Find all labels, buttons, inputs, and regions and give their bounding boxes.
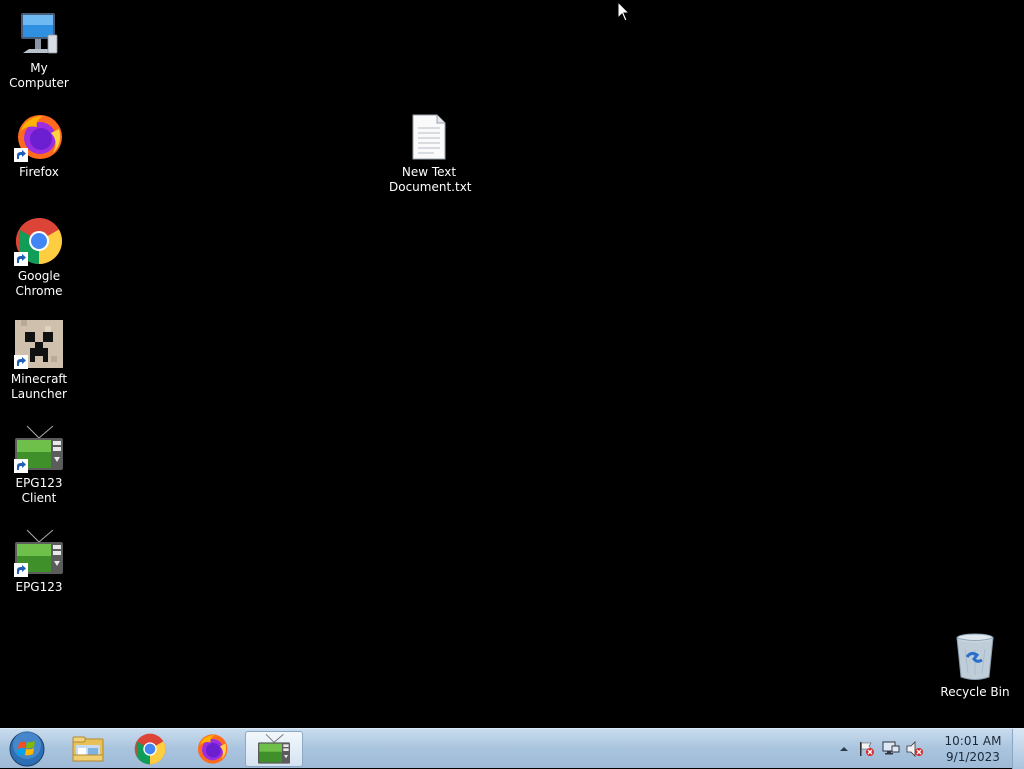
mouse-cursor-icon	[617, 1, 631, 22]
taskbar-button-firefox[interactable]	[183, 731, 241, 767]
desktop-icon-label: New Text Document.txt	[389, 165, 472, 194]
firefox-icon	[14, 112, 64, 162]
desktop-icon-label: EPG123	[15, 580, 63, 594]
shortcut-arrow-icon	[14, 459, 28, 473]
epg123-client-icon	[14, 423, 64, 473]
clock[interactable]: 10:01 AM 9/1/2023	[934, 733, 1012, 765]
desktop-icon-label: My Computer	[9, 61, 69, 90]
clock-date: 9/1/2023	[946, 750, 1000, 764]
windows-start-icon	[9, 731, 45, 767]
taskbar-button-chrome[interactable]	[121, 731, 179, 767]
taskbar-button-epg123[interactable]	[245, 731, 303, 767]
desktop-icon-recycle-bin[interactable]: Recycle Bin	[936, 632, 1014, 700]
taskbar: 10:01 AM 9/1/2023	[0, 728, 1024, 769]
minecraft-icon	[14, 319, 64, 369]
shortcut-arrow-icon	[14, 563, 28, 577]
system-tray: 10:01 AM 9/1/2023	[834, 729, 1024, 769]
desktop-icon-epg123-client[interactable]: EPG123 Client	[0, 423, 78, 506]
taskbar-button-file-explorer[interactable]	[59, 731, 117, 767]
shortcut-arrow-icon	[14, 355, 28, 369]
computer-icon	[14, 8, 64, 58]
desktop-icon-label: Firefox	[19, 165, 59, 179]
desktop-icon-firefox[interactable]: Firefox	[0, 112, 78, 180]
show-hidden-icons-chevron-icon[interactable]	[838, 743, 850, 755]
epg123-icon	[14, 527, 64, 577]
desktop[interactable]: My Computer Firefox Google Chrome Minecr…	[0, 0, 1024, 728]
desktop-icon-label: Recycle Bin	[940, 685, 1010, 699]
shortcut-arrow-icon	[14, 148, 28, 162]
desktop-icon-label: Minecraft Launcher	[10, 372, 68, 401]
start-button[interactable]	[4, 730, 50, 768]
volume-muted-icon[interactable]	[906, 741, 924, 757]
shortcut-arrow-icon	[14, 252, 28, 266]
desktop-icon-new-text-document[interactable]: New Text Document.txt	[389, 112, 472, 195]
clock-time: 10:01 AM	[944, 734, 1002, 748]
show-desktop-button[interactable]	[1012, 729, 1024, 769]
chrome-icon	[14, 216, 64, 266]
desktop-icon-my-computer[interactable]: My Computer	[0, 8, 78, 91]
firefox-icon	[198, 734, 228, 764]
chrome-icon	[134, 733, 166, 765]
epg123-icon	[258, 733, 290, 764]
desktop-icon-minecraft-launcher[interactable]: Minecraft Launcher	[0, 319, 78, 402]
action-center-flag-icon[interactable]	[858, 741, 876, 757]
desktop-icon-label: Google Chrome	[15, 269, 63, 298]
desktop-icon-label: EPG123 Client	[15, 476, 63, 505]
text-document-icon	[404, 112, 454, 162]
file-explorer-icon	[72, 736, 104, 762]
recycle-bin-icon	[950, 632, 1000, 682]
desktop-icon-google-chrome[interactable]: Google Chrome	[0, 216, 78, 299]
network-icon[interactable]	[882, 741, 900, 757]
desktop-icon-epg123[interactable]: EPG123	[0, 527, 78, 595]
